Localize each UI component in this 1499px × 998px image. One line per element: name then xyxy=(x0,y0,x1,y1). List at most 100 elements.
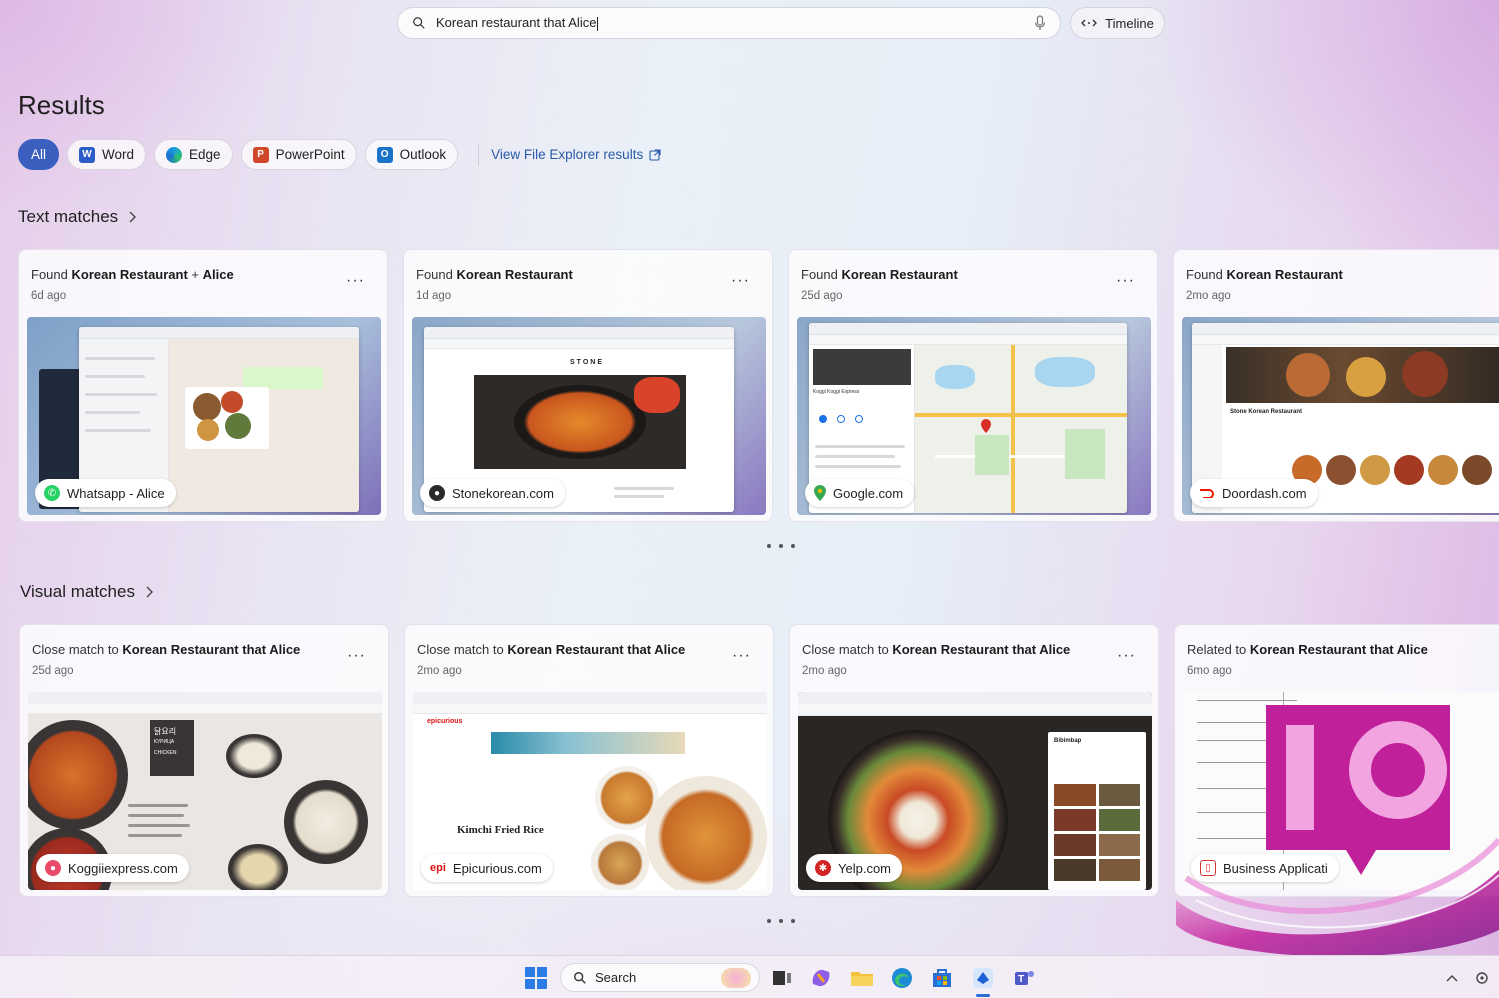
more-options-button[interactable]: ··· xyxy=(347,647,366,665)
source-badge[interactable]: Doordash.com xyxy=(1190,479,1318,507)
text-match-card[interactable]: Found Korean Restaurant 2mo ago Stone Ko… xyxy=(1173,249,1499,522)
more-options-button[interactable]: ··· xyxy=(346,272,365,290)
search-input[interactable]: Korean restaurant that Alice xyxy=(436,15,1034,31)
restaurant-banner xyxy=(1226,347,1499,403)
search-highlight-icon xyxy=(721,967,751,988)
store-name: Stone Korean Restaurant xyxy=(1230,409,1303,415)
menu-russian-label: КУРИЦА xyxy=(154,739,175,745)
card-title: Close match to Korean Restaurant that Al… xyxy=(32,642,301,657)
card-title: Close match to Korean Restaurant that Al… xyxy=(802,642,1071,657)
visual-match-card[interactable]: Close match to Korean Restaurant that Al… xyxy=(19,624,389,897)
source-badge[interactable]: ✆ Whatsapp - Alice xyxy=(35,479,176,507)
more-options-button[interactable]: ··· xyxy=(1116,272,1135,290)
card-title: Found Korean Restaurant xyxy=(1186,267,1343,282)
epicurious-icon: epi xyxy=(430,862,446,874)
text-matches-heading[interactable]: Text matches xyxy=(18,207,137,227)
file-explorer-link[interactable]: View File Explorer results xyxy=(478,143,661,166)
ad-banner xyxy=(491,732,685,754)
text-matches-label: Text matches xyxy=(18,207,119,226)
source-badge[interactable]: epi Epicurious.com xyxy=(421,854,553,882)
more-options-button[interactable]: ··· xyxy=(731,272,750,290)
card-timestamp: 25d ago xyxy=(32,665,74,677)
file-explorer-icon[interactable] xyxy=(850,966,874,990)
doordash-icon xyxy=(1200,489,1214,498)
chevron-up-icon[interactable] xyxy=(1446,974,1458,982)
filter-edge[interactable]: Edge xyxy=(154,139,233,170)
search-bar[interactable]: Korean restaurant that Alice xyxy=(397,7,1061,39)
visual-matches-heading[interactable]: Visual matches xyxy=(20,582,153,602)
search-icon xyxy=(413,17,425,29)
edge-icon xyxy=(166,146,183,163)
windows-start-icon[interactable] xyxy=(524,966,548,990)
whatsapp-icon: ✆ xyxy=(44,485,60,501)
filter-edge-label: Edge xyxy=(189,147,221,162)
file-explorer-link-label: View File Explorer results xyxy=(491,147,644,162)
yelp-icon: ✱ xyxy=(815,860,831,876)
card-timestamp: 2mo ago xyxy=(417,665,462,677)
search-icon xyxy=(574,971,586,984)
timeline-label: Timeline xyxy=(1105,15,1154,31)
more-options-button[interactable]: ··· xyxy=(732,647,751,665)
active-app-indicator xyxy=(976,994,990,997)
card-timestamp: 1d ago xyxy=(416,290,452,302)
page-title: Results xyxy=(18,90,105,120)
source-label: Epicurious.com xyxy=(452,860,542,876)
card-title: Related to Korean Restaurant that Alice xyxy=(1187,642,1428,657)
text-match-card[interactable]: Found Korean Restaurant + Alice 6d ago ·… xyxy=(18,249,388,522)
svg-text:T: T xyxy=(1018,974,1024,985)
filter-powerpoint[interactable]: P PowerPoint xyxy=(240,139,357,170)
filter-outlook[interactable]: O Outlook xyxy=(364,139,459,170)
visual-matches-label: Visual matches xyxy=(20,582,135,601)
source-label: Doordash.com xyxy=(1222,485,1307,501)
stone-logo-text: STONE xyxy=(570,359,604,366)
taskbar-search-label: Search xyxy=(595,970,637,985)
external-link-icon xyxy=(649,148,661,161)
teams-icon[interactable]: T xyxy=(1012,966,1036,990)
recipe-title: Kimchi Fried Rice xyxy=(457,824,544,836)
filter-all-label: All xyxy=(31,147,47,162)
settings-icon[interactable] xyxy=(1474,970,1490,986)
menu-korean-label: 닭요리 xyxy=(154,727,177,736)
more-options-button[interactable]: ··· xyxy=(1117,647,1136,665)
filter-powerpoint-label: PowerPoint xyxy=(275,147,345,162)
edge-icon[interactable] xyxy=(890,966,914,990)
pagination-dots[interactable] xyxy=(767,544,795,548)
outlook-icon: O xyxy=(376,146,393,163)
source-badge[interactable]: ● Stonekorean.com xyxy=(420,479,565,507)
source-label: Google.com xyxy=(833,485,904,501)
card-timestamp: 2mo ago xyxy=(802,665,847,677)
copilot-icon[interactable] xyxy=(809,966,833,990)
visual-match-card[interactable]: Close match to Korean Restaurant that Al… xyxy=(789,624,1159,897)
card-title: Found Korean Restaurant xyxy=(416,267,573,282)
filter-bar: All W Word Edge P PowerPoint O Outlook V… xyxy=(18,139,661,170)
powerpoint-icon: P xyxy=(252,146,269,163)
task-view-icon[interactable] xyxy=(770,966,794,990)
card-timestamp: 6d ago xyxy=(31,290,67,302)
google-maps-icon xyxy=(814,485,826,501)
filter-word-label: Word xyxy=(102,147,135,162)
map-area xyxy=(915,345,1127,513)
timeline-button[interactable]: Timeline xyxy=(1070,7,1165,39)
source-badge[interactable]: Google.com xyxy=(805,479,915,507)
source-badge[interactable]: ● Koggiiexpress.com xyxy=(36,854,189,882)
text-match-card[interactable]: Found Korean Restaurant 1d ago ··· STONE… xyxy=(403,249,773,522)
microphone-icon[interactable] xyxy=(1034,15,1046,31)
place-name: Koggi Koggi Express xyxy=(813,389,860,395)
visual-match-card[interactable]: Close match to Korean Restaurant that Al… xyxy=(404,624,774,897)
text-match-card[interactable]: Found Korean Restaurant 25d ago ··· Kogg… xyxy=(788,249,1158,522)
timeline-icon xyxy=(1081,19,1098,27)
source-badge[interactable]: ✱ Yelp.com xyxy=(806,854,902,882)
taskbar-search[interactable]: Search xyxy=(560,963,760,992)
microsoft-store-icon[interactable] xyxy=(930,966,954,990)
card-title: Found Korean Restaurant + Alice xyxy=(31,267,234,282)
pagination-dots[interactable] xyxy=(767,919,795,923)
photo-panel: Bibimbap xyxy=(1048,732,1146,890)
recall-app-icon[interactable] xyxy=(971,966,995,990)
filter-word[interactable]: W Word xyxy=(67,139,147,170)
filter-all[interactable]: All xyxy=(18,139,60,170)
card-timestamp: 25d ago xyxy=(801,290,843,302)
word-icon: W xyxy=(79,146,96,163)
source-label: Stonekorean.com xyxy=(452,485,554,501)
epicurious-logo: epicurious xyxy=(427,718,463,725)
io-logo-watermark xyxy=(1176,700,1499,955)
